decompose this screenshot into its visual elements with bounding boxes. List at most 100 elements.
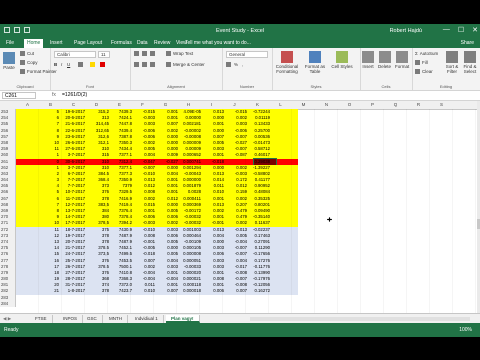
align-middle-icon (142, 51, 147, 56)
conditional-formatting-button[interactable]: Conditional Formatting (274, 51, 300, 74)
horizontal-scrollbar[interactable] (250, 317, 470, 321)
tab-review[interactable]: Review (154, 40, 170, 46)
tab-file[interactable]: File (6, 40, 14, 46)
find-select-label: Find & Select (463, 64, 477, 74)
fx-icon[interactable]: fx (52, 92, 56, 98)
tab-home[interactable]: Home (24, 39, 44, 48)
column-header[interactable]: C (62, 102, 85, 107)
column-header[interactable]: A (16, 102, 39, 107)
formula-input[interactable]: =1261/D(2) (62, 92, 87, 98)
fill-button[interactable]: Fill (415, 60, 428, 65)
column-header[interactable]: M (292, 102, 315, 107)
underline-button[interactable]: U (67, 62, 70, 67)
copy-label: Copy (27, 60, 38, 65)
alignment-group-label: Alignment (167, 84, 185, 89)
column-header[interactable]: I (200, 102, 223, 107)
column-header[interactable]: L (269, 102, 292, 107)
sheet-tab[interactable]: GSC (82, 315, 103, 323)
sheet-tab[interactable]: Indvidiual 1 (130, 315, 164, 323)
format-cells-button[interactable]: Format (395, 51, 409, 69)
name-box[interactable]: C261 (2, 92, 36, 99)
cell-styles-button[interactable]: Cell Styles (330, 51, 354, 69)
format-as-table-button[interactable]: Format as Table (303, 51, 327, 74)
column-header[interactable]: F (131, 102, 154, 107)
sheet-nav-arrows[interactable]: ◀ ▶ (3, 316, 11, 322)
zoom-level[interactable]: 100% (459, 327, 472, 333)
status-bar: Ready 100% (0, 323, 480, 337)
column-header[interactable]: Q (384, 102, 407, 107)
clear-button[interactable]: Clear (415, 69, 433, 74)
cells-group-label: Cells (381, 84, 391, 89)
align-bottom-button[interactable] (150, 51, 155, 56)
copy-button[interactable]: Copy (20, 60, 38, 65)
autosum-button[interactable]: Σ AutoSum (415, 51, 438, 56)
cut-button[interactable]: Cut (20, 51, 34, 56)
paste-button[interactable]: Paste (3, 52, 15, 70)
wrap-text-icon (166, 51, 171, 56)
bold-button[interactable]: B (54, 62, 57, 67)
align-right-button[interactable] (150, 62, 155, 67)
merge-center-button[interactable]: Merge & Center (166, 62, 205, 67)
column-header[interactable]: S (430, 102, 453, 107)
column-header[interactable]: B (39, 102, 62, 107)
row-header[interactable]: 284 (0, 300, 16, 307)
tab-page-layout[interactable]: Page Layout (74, 40, 102, 46)
user-name[interactable]: Robert Hajdú (390, 28, 422, 34)
ribbon-tabs: File Home Insert Page Layout Formulas Da… (0, 38, 480, 48)
column-header[interactable]: K (246, 102, 269, 107)
align-top-button[interactable] (134, 51, 139, 56)
share-button[interactable]: Share (461, 40, 474, 46)
sheet-tab[interactable]: Plan vagy! (166, 315, 200, 323)
worksheet-grid[interactable]: ABCDEFGHIJKLMNOPQRS 253 5 19-6-2017 315,2 74… (0, 101, 478, 313)
close-button[interactable]: ✕ (472, 26, 478, 34)
column-header[interactable]: J (223, 102, 246, 107)
font-group-label: Font (85, 84, 94, 89)
insert-cells-button[interactable]: Insert (362, 51, 374, 69)
title-bar: Event Study - Excel Robert Hajdú — ☐ ✕ (0, 24, 480, 38)
column-header[interactable]: D (85, 102, 108, 107)
column-header[interactable]: G (154, 102, 177, 107)
fill-color-button[interactable] (90, 62, 95, 67)
ribbon-home: Paste Cut Copy Format Painter Clipboard … (0, 48, 480, 91)
font-size-dropdown[interactable]: 11 (98, 51, 110, 58)
column-header[interactable]: N (315, 102, 338, 107)
maximize-button[interactable]: ☐ (458, 26, 464, 34)
align-center-button[interactable] (142, 62, 147, 67)
column-header[interactable]: O (338, 102, 361, 107)
move-cursor-icon (327, 217, 332, 222)
wrap-text-button[interactable]: Wrap Text (166, 51, 193, 56)
format-as-table-label: Format as Table (304, 64, 326, 74)
column-header[interactable]: H (177, 102, 200, 107)
font-color-button[interactable] (100, 62, 105, 67)
delete-cells-button[interactable]: Delete (378, 51, 391, 69)
editing-group-label: Editing (439, 84, 453, 89)
format-cells-icon (396, 51, 409, 63)
column-header[interactable]: R (407, 102, 430, 107)
tab-insert[interactable]: Insert (50, 40, 63, 46)
fill-color-icon (90, 62, 95, 67)
align-left-button[interactable] (134, 62, 139, 67)
column-header[interactable]: E (108, 102, 131, 107)
group-font: Calibri 11 B I U Font (50, 48, 131, 90)
conditional-formatting-label: Conditional Formatting (275, 64, 299, 74)
find-select-button[interactable]: Find & Select (462, 51, 478, 74)
sort-filter-icon (446, 51, 458, 63)
tell-me-search[interactable]: Tell me what you want to do... (185, 40, 251, 46)
minimize-button[interactable]: — (443, 26, 450, 34)
number-format-dropdown[interactable]: General (226, 51, 268, 58)
tab-data[interactable]: Data (137, 40, 148, 46)
currency-button[interactable] (226, 62, 231, 67)
align-middle-button[interactable] (142, 51, 147, 56)
group-cells: Insert Delete Format Cells (360, 48, 413, 90)
sort-filter-button[interactable]: Sort & Filter (444, 51, 460, 74)
italic-button[interactable]: I (61, 62, 62, 67)
tab-formulas[interactable]: Formulas (111, 40, 132, 46)
sheet-tab[interactable]: MNTH (104, 315, 128, 323)
borders-button[interactable] (78, 62, 83, 67)
sheet-tab[interactable]: FTSE (30, 315, 53, 323)
percent-button[interactable]: % (234, 62, 238, 67)
comma-button[interactable]: , (242, 62, 243, 67)
column-header[interactable]: P (361, 102, 384, 107)
font-name-dropdown[interactable]: Calibri (54, 51, 96, 58)
sheet-tab[interactable]: INPOS (58, 315, 84, 323)
